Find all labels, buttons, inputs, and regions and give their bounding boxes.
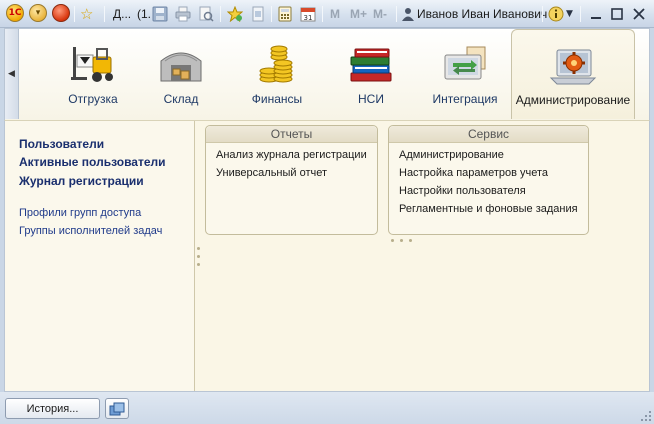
app-logo-icon[interactable]: 1С [6, 4, 24, 22]
section-administration[interactable]: Администрирование [511, 29, 635, 119]
reports-group-title: Отчеты [206, 126, 377, 143]
coins-icon [253, 43, 301, 85]
info-icon[interactable] [548, 4, 564, 23]
section-finance[interactable]: Финансы [227, 29, 327, 119]
report-link-universal-report[interactable]: Универсальный отчет [216, 167, 327, 179]
favorites-star-icon[interactable]: ☆ [80, 4, 93, 23]
nav-link-task-performer-groups[interactable]: Группы исполнителей задач [19, 225, 162, 237]
toolbar-separator [396, 6, 397, 22]
section-label: Финансы [251, 92, 303, 106]
splitter-grip[interactable] [197, 255, 200, 258]
section-warehouse[interactable]: Склад [131, 29, 231, 119]
admin-gear-icon [549, 44, 597, 86]
memory-button[interactable]: M [330, 4, 340, 23]
user-icon [402, 4, 414, 23]
toolbar-separator [220, 6, 221, 22]
books-icon [347, 43, 395, 85]
service-link-accounting-settings[interactable]: Настройка параметров учета [399, 167, 548, 179]
history-button[interactable]: История... [5, 398, 100, 419]
service-group: Сервис Администрирование Настройка парам… [388, 125, 589, 235]
service-link-user-settings[interactable]: Настройки пользователя [399, 185, 526, 197]
service-link-administration[interactable]: Администрирование [399, 149, 504, 161]
splitter-grip[interactable] [391, 239, 394, 242]
toolbar-separator [104, 6, 105, 22]
window-counter: (1. [137, 6, 152, 21]
calculator-icon[interactable] [277, 4, 293, 23]
memory-plus-button[interactable]: M+ [350, 4, 367, 23]
reports-group: Отчеты Анализ журнала регистрации Универ… [205, 125, 378, 235]
document-link-icon[interactable] [250, 4, 266, 23]
svg-text:31: 31 [304, 14, 313, 22]
splitter-grip[interactable] [400, 239, 403, 242]
service-group-title: Сервис [389, 126, 588, 143]
service-link-scheduled-jobs[interactable]: Регламентные и фоновые задания [399, 203, 578, 215]
more-chevron-down-icon[interactable]: ▼ [566, 4, 573, 23]
minimize-icon[interactable] [588, 4, 604, 23]
main-area: Пользователи Активные пользователи Журна… [4, 120, 650, 392]
resize-grip-icon[interactable] [641, 411, 651, 421]
status-bar: История... [0, 392, 654, 424]
main-menu-button[interactable]: ▾ [29, 4, 47, 22]
windows-icon [109, 402, 125, 415]
nav-link-active-users[interactable]: Активные пользователи [19, 155, 166, 169]
forklift-icon [69, 43, 117, 85]
navigation-panel: Пользователи Активные пользователи Журна… [5, 121, 195, 391]
section-label: НСИ [358, 92, 384, 106]
nav-link-access-group-profiles[interactable]: Профили групп доступа [19, 207, 141, 219]
section-shipment[interactable]: Отгрузка [43, 29, 143, 119]
current-user-name[interactable]: Иванов Иван Иванович [417, 4, 547, 23]
logo-text: 1С [8, 8, 22, 18]
window-title[interactable]: Д... [113, 4, 131, 23]
section-label: Склад [163, 92, 199, 106]
toolbar-separator [580, 6, 581, 22]
close-icon[interactable] [631, 4, 647, 23]
toolbar-separator [542, 6, 543, 22]
report-link-event-log-analysis[interactable]: Анализ журнала регистрации [216, 149, 367, 161]
exchange-icon [441, 43, 489, 85]
sections-scroll-left-icon[interactable]: ◀ [5, 29, 19, 119]
splitter-grip[interactable] [197, 263, 200, 266]
section-label: Отгрузка [68, 92, 118, 106]
preview-icon[interactable] [198, 4, 214, 23]
stop-button[interactable] [52, 4, 70, 22]
section-label: Администрирование [515, 93, 631, 107]
nav-link-users[interactable]: Пользователи [19, 137, 104, 151]
splitter-grip[interactable] [197, 247, 200, 250]
window-list-button[interactable] [105, 398, 129, 419]
toolbar-separator [322, 6, 323, 22]
section-label: Интеграция [432, 92, 498, 106]
toolbar-separator [271, 6, 272, 22]
section-nsi[interactable]: НСИ [321, 29, 421, 119]
section-integration[interactable]: Интеграция [415, 29, 515, 119]
calendar-icon[interactable]: 31 [300, 4, 316, 23]
memory-minus-button[interactable]: M- [373, 4, 387, 23]
warehouse-icon [157, 43, 205, 85]
save-icon[interactable] [152, 4, 168, 23]
toolbar-separator [74, 6, 75, 22]
title-bar: 1С ▾ ☆ Д... (1. 31 M M+ M- Иванов Иван И… [0, 0, 654, 28]
nav-link-event-log[interactable]: Журнал регистрации [19, 174, 144, 188]
splitter-grip[interactable] [409, 239, 412, 242]
add-favorite-icon[interactable] [227, 4, 243, 23]
maximize-icon[interactable] [609, 4, 625, 23]
sections-panel: ◀ Отгрузка Склад Финансы НСИ Интеграция … [4, 28, 650, 120]
print-icon[interactable] [175, 4, 191, 23]
